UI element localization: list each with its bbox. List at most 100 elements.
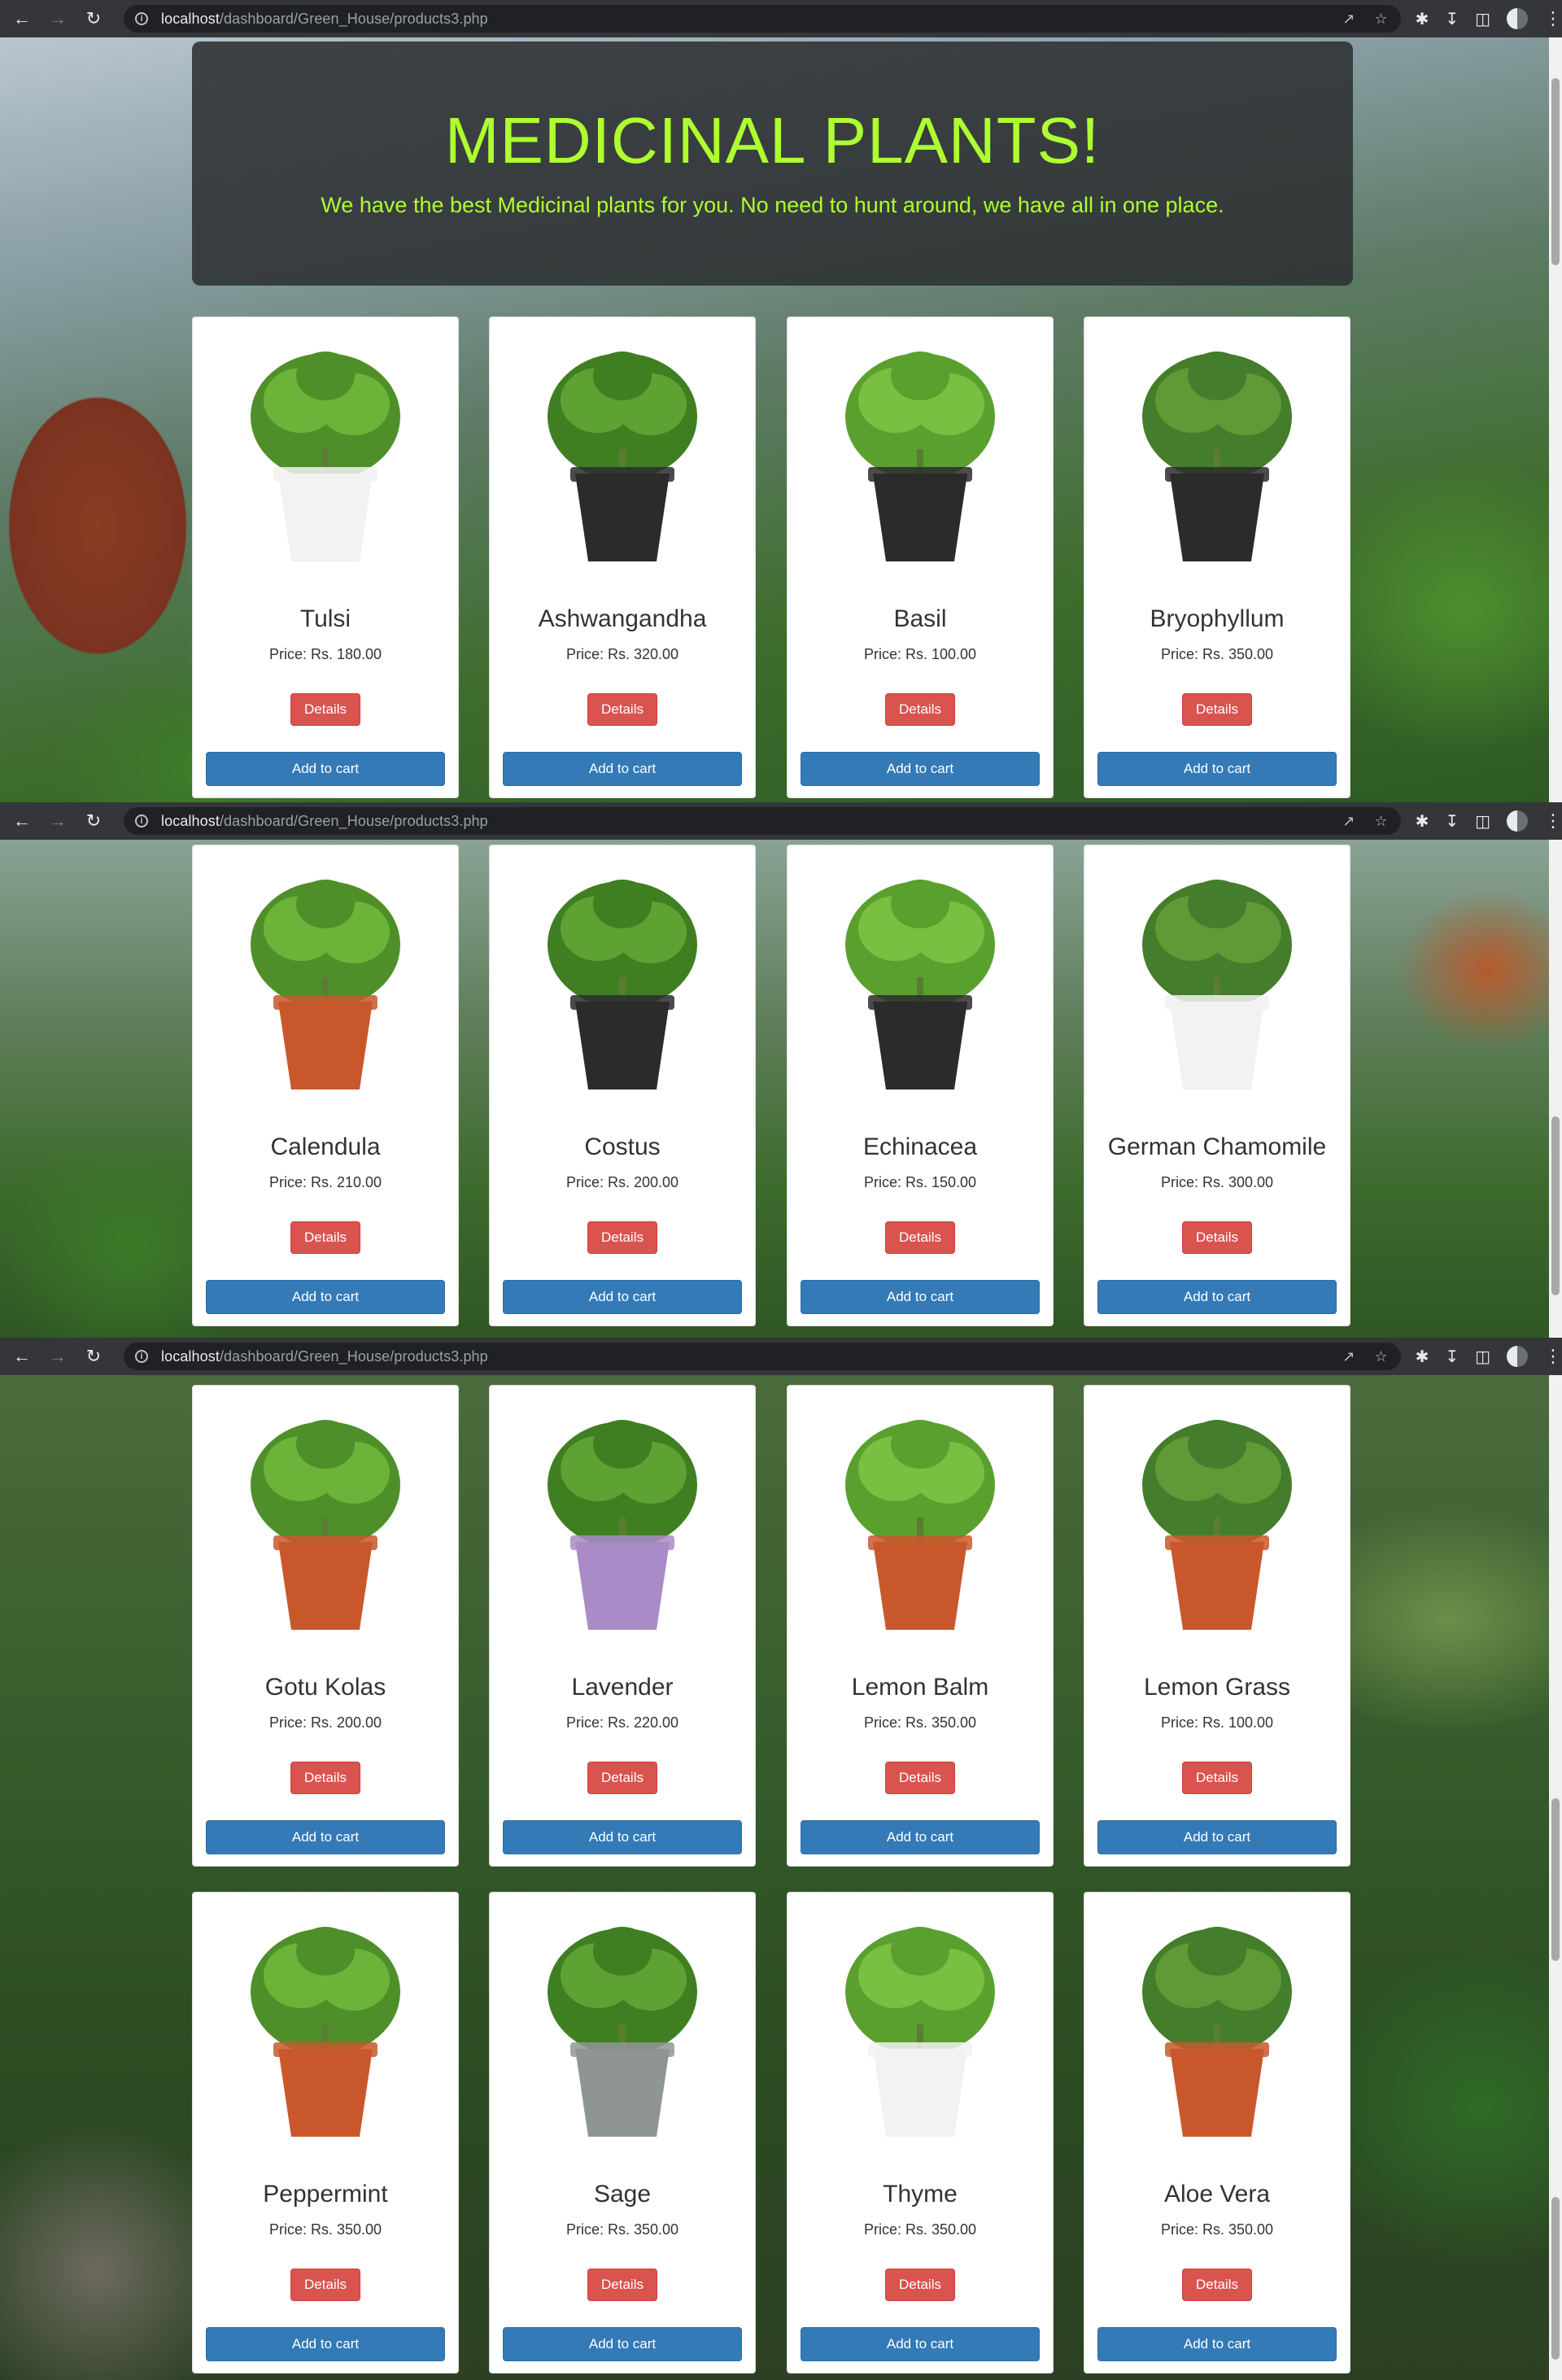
- add-to-cart-button[interactable]: Add to cart: [206, 2327, 445, 2361]
- menu-kebab-icon[interactable]: ⋮: [1544, 1346, 1562, 1367]
- product-price: Price: Rs. 350.00: [1160, 646, 1274, 662]
- add-to-cart-button[interactable]: Add to cart: [206, 1820, 445, 1854]
- url-host: localhost: [161, 10, 220, 27]
- side-panel-icon[interactable]: ◫: [1475, 9, 1490, 29]
- back-arrow-icon[interactable]: ←: [13, 812, 31, 830]
- menu-kebab-icon[interactable]: ⋮: [1544, 810, 1562, 832]
- details-button[interactable]: Details: [1182, 693, 1252, 726]
- product-price: Price: Rs. 350.00: [268, 2221, 382, 2238]
- side-panel-icon[interactable]: ◫: [1475, 1347, 1490, 1367]
- forward-arrow-icon[interactable]: →: [49, 812, 67, 830]
- scrollbar[interactable]: [1549, 840, 1562, 1338]
- reload-icon[interactable]: ↻: [85, 10, 103, 28]
- add-to-cart-button[interactable]: Add to cart: [1097, 1280, 1337, 1314]
- product-card: Costus Price: Rs. 200.00 Details Add to …: [489, 845, 756, 1326]
- scrollbar[interactable]: [1549, 37, 1562, 802]
- product-name: Costus: [584, 1133, 661, 1160]
- forward-arrow-icon[interactable]: →: [49, 10, 67, 28]
- details-button[interactable]: Details: [885, 1221, 955, 1254]
- details-button[interactable]: Details: [1182, 2269, 1252, 2301]
- details-button[interactable]: Details: [587, 693, 657, 726]
- address-bar[interactable]: i localhost/dashboard/Green_House/produc…: [124, 1343, 1401, 1370]
- product-image: [196, 1389, 455, 1646]
- menu-kebab-icon[interactable]: ⋮: [1544, 8, 1562, 29]
- product-card: Peppermint Price: Rs. 350.00 Details Add…: [192, 1892, 459, 2373]
- product-image: [1088, 849, 1346, 1106]
- product-image: [196, 1896, 455, 2153]
- product-price: Price: Rs. 200.00: [565, 1174, 679, 1190]
- product-card: Thyme Price: Rs. 350.00 Details Add to c…: [787, 1892, 1054, 2373]
- site-info-icon[interactable]: i: [135, 1350, 148, 1363]
- add-to-cart-button[interactable]: Add to cart: [206, 1280, 445, 1314]
- share-icon[interactable]: ↗: [1342, 1348, 1355, 1365]
- site-info-icon[interactable]: i: [135, 12, 148, 25]
- extensions-icon[interactable]: ✱: [1416, 1347, 1429, 1367]
- add-to-cart-button[interactable]: Add to cart: [801, 752, 1040, 786]
- extensions-icon[interactable]: ✱: [1416, 9, 1429, 29]
- extensions-icon[interactable]: ✱: [1416, 811, 1429, 832]
- reload-icon[interactable]: ↻: [85, 812, 103, 830]
- details-button[interactable]: Details: [1182, 1221, 1252, 1254]
- bookmark-star-icon[interactable]: ☆: [1374, 11, 1387, 28]
- add-to-cart-button[interactable]: Add to cart: [1097, 752, 1337, 786]
- profile-avatar[interactable]: [1507, 810, 1528, 832]
- add-to-cart-button[interactable]: Add to cart: [503, 2327, 742, 2361]
- add-to-cart-button[interactable]: Add to cart: [503, 752, 742, 786]
- add-to-cart-button[interactable]: Add to cart: [1097, 2327, 1337, 2361]
- product-name: German Chamomile: [1107, 1133, 1327, 1160]
- side-panel-icon[interactable]: ◫: [1475, 811, 1490, 832]
- page-subtitle: We have the best Medicinal plants for yo…: [321, 193, 1224, 217]
- scrollbar[interactable]: [1549, 1375, 1562, 2380]
- product-price: Price: Rs. 100.00: [863, 646, 977, 662]
- product-name: Aloe Vera: [1163, 2181, 1271, 2208]
- back-arrow-icon[interactable]: ←: [13, 1347, 31, 1365]
- add-to-cart-button[interactable]: Add to cart: [801, 2327, 1040, 2361]
- site-info-icon[interactable]: i: [135, 814, 148, 828]
- product-name: Ashwangandha: [538, 605, 707, 632]
- details-button[interactable]: Details: [587, 1762, 657, 1794]
- product-image: [493, 1896, 752, 2153]
- bookmark-star-icon[interactable]: ☆: [1374, 1348, 1387, 1365]
- product-image: [791, 1389, 1049, 1646]
- profile-avatar[interactable]: [1507, 8, 1528, 29]
- details-button[interactable]: Details: [290, 2269, 360, 2301]
- product-image: [791, 849, 1049, 1106]
- product-name: Thyme: [883, 2181, 958, 2208]
- product-price: Price: Rs. 200.00: [268, 1714, 382, 1731]
- address-bar[interactable]: i localhost/dashboard/Green_House/produc…: [124, 5, 1401, 33]
- add-to-cart-button[interactable]: Add to cart: [503, 1280, 742, 1314]
- details-button[interactable]: Details: [885, 1762, 955, 1794]
- share-icon[interactable]: ↗: [1342, 11, 1355, 28]
- product-price: Price: Rs. 320.00: [565, 646, 679, 662]
- details-button[interactable]: Details: [290, 693, 360, 726]
- product-price: Price: Rs. 350.00: [565, 2221, 679, 2238]
- add-to-cart-button[interactable]: Add to cart: [503, 1820, 742, 1854]
- details-button[interactable]: Details: [885, 693, 955, 726]
- page-viewport-1: MEDICINAL PLANTS! We have the best Medic…: [0, 37, 1562, 802]
- product-price: Price: Rs. 350.00: [863, 2221, 977, 2238]
- reload-icon[interactable]: ↻: [85, 1347, 103, 1365]
- forward-arrow-icon[interactable]: →: [49, 1347, 67, 1365]
- profile-avatar[interactable]: [1507, 1346, 1528, 1367]
- download-icon[interactable]: ↧: [1445, 1347, 1459, 1367]
- add-to-cart-button[interactable]: Add to cart: [801, 1820, 1040, 1854]
- url-path: /dashboard/Green_House/products3.php: [219, 10, 488, 27]
- address-bar[interactable]: i localhost/dashboard/Green_House/produc…: [124, 807, 1401, 835]
- details-button[interactable]: Details: [290, 1762, 360, 1794]
- product-price: Price: Rs. 220.00: [565, 1714, 679, 1731]
- download-icon[interactable]: ↧: [1445, 811, 1459, 832]
- details-button[interactable]: Details: [885, 2269, 955, 2301]
- product-image: [493, 321, 752, 578]
- details-button[interactable]: Details: [290, 1221, 360, 1254]
- browser-toolbar: ← → ↻ i localhost/dashboard/Green_House/…: [0, 802, 1562, 840]
- details-button[interactable]: Details: [587, 1221, 657, 1254]
- details-button[interactable]: Details: [587, 2269, 657, 2301]
- download-icon[interactable]: ↧: [1445, 9, 1459, 29]
- add-to-cart-button[interactable]: Add to cart: [206, 752, 445, 786]
- add-to-cart-button[interactable]: Add to cart: [1097, 1820, 1337, 1854]
- back-arrow-icon[interactable]: ←: [13, 10, 31, 28]
- bookmark-star-icon[interactable]: ☆: [1374, 813, 1387, 830]
- add-to-cart-button[interactable]: Add to cart: [801, 1280, 1040, 1314]
- details-button[interactable]: Details: [1182, 1762, 1252, 1794]
- share-icon[interactable]: ↗: [1342, 813, 1355, 830]
